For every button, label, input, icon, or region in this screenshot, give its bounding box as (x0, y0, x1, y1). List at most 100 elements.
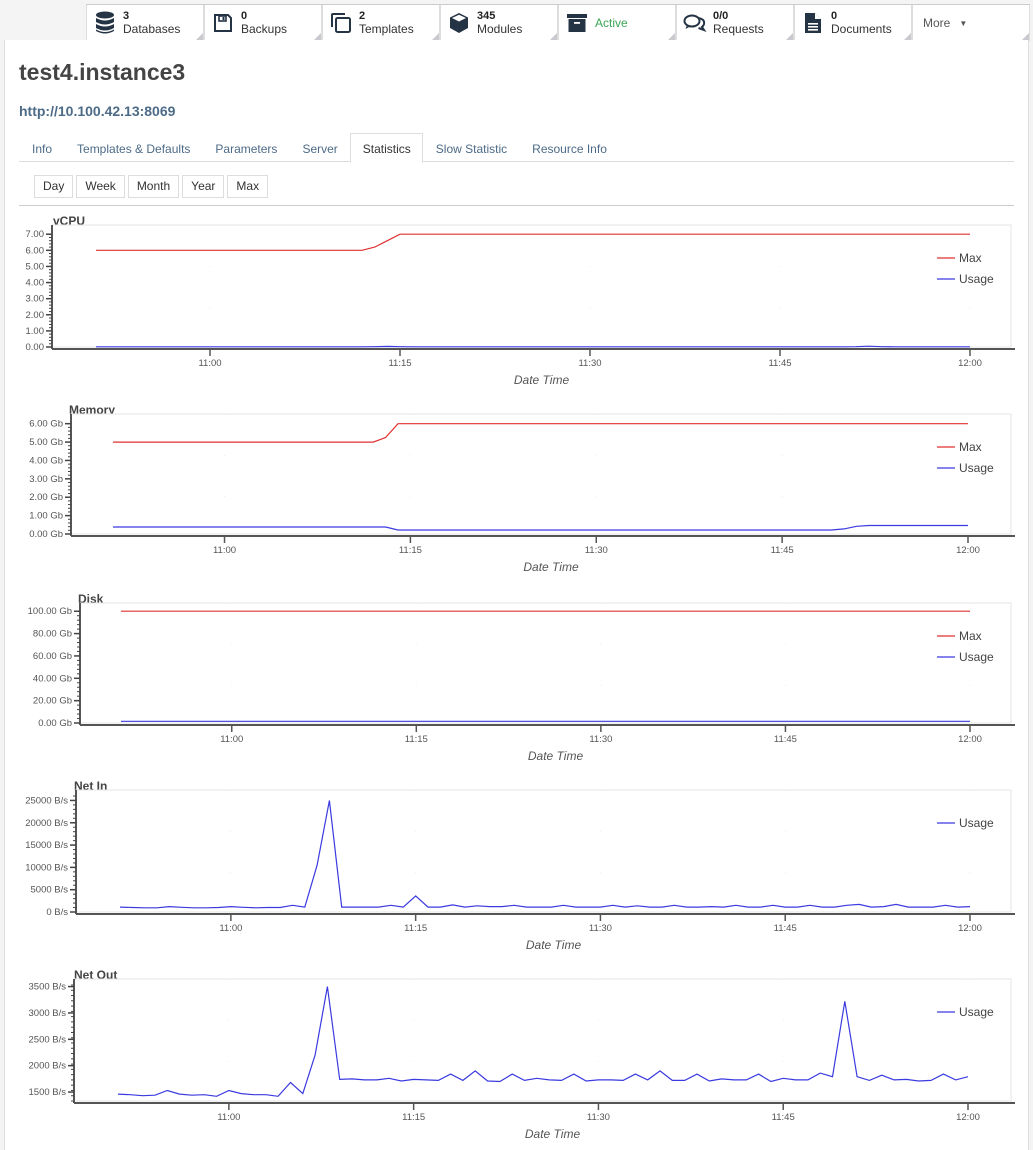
x-tick-label: 11:15 (405, 734, 428, 745)
y-tick-label: 80.00 Gb (33, 629, 72, 640)
x-tick-label: 11:30 (578, 358, 601, 369)
instance-url-link[interactable]: http://10.100.42.13:8069 (19, 103, 175, 119)
x-tick-label: 11:30 (589, 734, 612, 745)
x-tick-label: 11:15 (388, 358, 411, 369)
vcpu-chart: vCPU 0.00 1.00 2.00 3.00 4.00 5.00 6.00 7.00 11:0… (5, 210, 1030, 395)
y-tick-label: 0.00 Gb (29, 529, 63, 540)
legend-label: Usage (959, 1005, 994, 1019)
memory-chart: Memory 0.00 Gb 1.00 Gb 2.00 Gb 3.00 Gb 4.00 G… (5, 399, 1030, 584)
x-tick-label: 11:30 (589, 923, 612, 934)
y-tick-label: 1.00 (26, 326, 45, 337)
plot-area (75, 789, 1012, 913)
x-tick-label: 11:00 (217, 1112, 240, 1123)
archive-icon (565, 11, 589, 35)
x-tick-label: 11:45 (768, 358, 791, 369)
tab-info[interactable]: Info (19, 133, 64, 162)
x-tick-label: 12:00 (956, 545, 980, 556)
y-tick-label: 6.00 Gb (29, 419, 63, 430)
chart-svg: Net In0 B/s5000 B/s10000 B/s15000 B/s200… (25, 779, 1015, 952)
tab-server[interactable]: Server (289, 133, 349, 162)
x-tick-label: 11:00 (219, 923, 242, 934)
period-selector: Day Week Month Year Max (19, 175, 1014, 206)
templates-stat[interactable]: 2 Templates (322, 5, 440, 41)
x-tick-label: 11:00 (198, 358, 221, 369)
y-tick-label: 5.00 Gb (29, 437, 63, 448)
x-tick-label: 11:00 (220, 734, 243, 745)
plot-area (70, 413, 1012, 535)
x-axis-label: Date Time (526, 938, 582, 952)
x-tick-label: 12:00 (956, 1112, 980, 1123)
y-tick-label: 0 B/s (46, 907, 68, 918)
backups-stat[interactable]: 0 Backups (204, 5, 322, 41)
y-tick-label: 2.00 (26, 310, 45, 321)
file-icon (801, 11, 825, 35)
period-year-button[interactable]: Year (182, 175, 225, 198)
status-stat[interactable]: Active (558, 5, 676, 41)
legend-label: Max (959, 629, 982, 643)
requests-label: Requests (713, 22, 764, 36)
tab-resource-info[interactable]: Resource Info (519, 133, 619, 162)
y-tick-label: 60.00 Gb (33, 651, 72, 662)
databases-stat[interactable]: 3 Databases (86, 5, 204, 41)
copy-icon (329, 11, 353, 35)
disk-chart: Disk 0.00 Gb 20.00 Gb 40.00 Gb 60.00 Gb 80.00… (5, 588, 1030, 773)
period-day-button[interactable]: Day (34, 175, 74, 198)
period-week-button[interactable]: Week (76, 175, 125, 198)
x-tick-label: 11:00 (213, 545, 236, 556)
documents-label: Documents (831, 22, 892, 36)
x-axis-label: Date Time (523, 560, 579, 574)
more-label: More (923, 16, 951, 30)
legend-label: Usage (959, 272, 994, 286)
y-tick-label: 4.00 (26, 278, 45, 289)
tab-statistics[interactable]: Statistics (349, 133, 423, 163)
x-tick-label: 12:00 (958, 734, 982, 745)
y-tick-label: 0.00 (26, 342, 45, 353)
database-icon (93, 11, 117, 35)
backups-label: Backups (241, 22, 288, 36)
page-title: test4.instance3 (19, 59, 186, 85)
x-tick-label: 11:15 (399, 545, 422, 556)
documents-stat[interactable]: 0 Documents (794, 5, 912, 41)
x-axis-label: Date Time (525, 1127, 581, 1141)
databases-label: Databases (123, 22, 181, 36)
y-tick-label: 15000 B/s (25, 840, 68, 851)
x-axis-label: Date Time (528, 749, 584, 763)
y-tick-label: 5000 B/s (31, 885, 69, 896)
caret-down-icon: ▼ (959, 18, 968, 28)
y-tick-label: 40.00 Gb (33, 673, 72, 684)
cube-icon (447, 11, 471, 35)
tab-slow-statistic[interactable]: Slow Statistic (423, 133, 519, 162)
y-tick-label: 2500 B/s (29, 1034, 67, 1045)
x-tick-label: 11:30 (587, 1112, 610, 1123)
plot-area (79, 602, 1012, 724)
y-tick-label: 20000 B/s (25, 818, 68, 829)
tab-parameters[interactable]: Parameters (202, 133, 289, 162)
y-tick-label: 25000 B/s (25, 795, 68, 806)
x-tick-label: 11:30 (585, 545, 608, 556)
y-tick-label: 2000 B/s (29, 1061, 67, 1072)
requests-stat[interactable]: 0/0 Requests (676, 5, 794, 41)
y-tick-label: 3500 B/s (29, 982, 67, 993)
net-in-chart: Net In 0 B/s 5000 B/s 10000 B/s 15000 B/s 200… (5, 775, 1030, 960)
plot-area (51, 224, 1012, 348)
x-tick-label: 11:15 (404, 923, 427, 934)
x-tick-label: 11:45 (774, 734, 797, 745)
more-dropdown[interactable]: More ▼ (912, 5, 1030, 41)
templates-label: Templates (359, 22, 414, 36)
net-out-chart: Net Out 1500 B/s 2000 B/s 2500 B/s 3000 B/s 3… (5, 964, 1030, 1149)
modules-label: Modules (477, 22, 523, 36)
stats-toolbar: 3 Databases 0 Backups 2 Templates 345 Module… (86, 4, 1030, 41)
chart-svg: vCPU0.001.002.003.004.005.006.007.0011:0… (26, 214, 1015, 387)
legend-label: Usage (959, 461, 994, 475)
comments-icon (683, 11, 707, 35)
y-tick-label: 20.00 Gb (33, 696, 72, 707)
y-tick-label: 10000 B/s (25, 862, 68, 873)
period-max-button[interactable]: Max (227, 175, 269, 198)
x-tick-label: 11:45 (774, 923, 797, 934)
tab-templates-defaults[interactable]: Templates & Defaults (64, 133, 202, 162)
y-tick-label: 1500 B/s (29, 1087, 67, 1098)
period-month-button[interactable]: Month (127, 175, 180, 198)
modules-stat[interactable]: 345 Modules (440, 5, 558, 41)
x-tick-label: 11:45 (771, 545, 794, 556)
legend-label: Max (959, 440, 982, 454)
